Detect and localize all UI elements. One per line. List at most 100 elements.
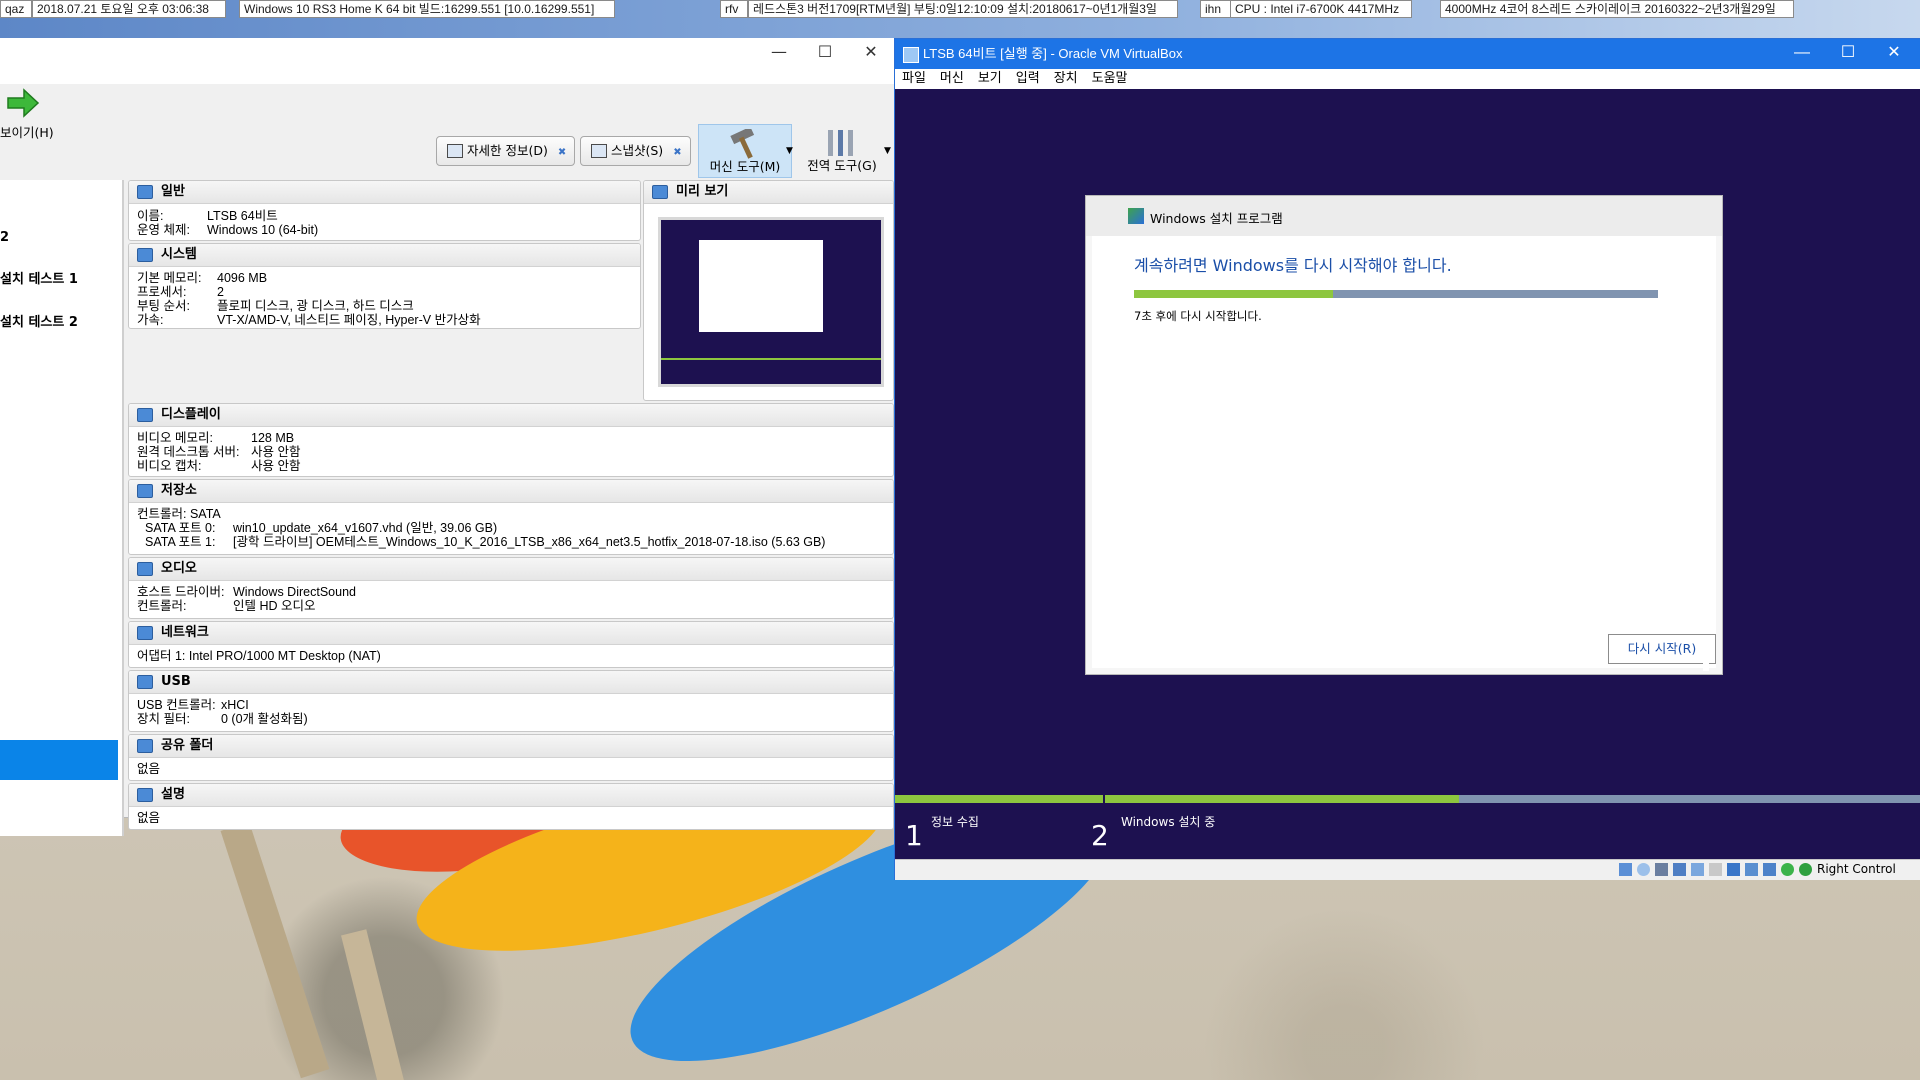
menu-input[interactable]: 입력 (1009, 69, 1047, 89)
audio-title: 오디오 (161, 561, 197, 576)
vm-titlebar: LTSB 64비트 [실행 중] - Oracle VM VirtualBox … (895, 39, 1920, 69)
vm-close-button[interactable]: ✕ (1871, 39, 1917, 69)
menu-help[interactable]: 도움말 (1085, 69, 1135, 89)
network-icon (137, 626, 153, 640)
restart-button[interactable]: 다시 시작(R) (1608, 634, 1716, 664)
audio-ctrl-key: 컨트롤러: (137, 599, 187, 613)
manager-titlebar: — ☐ ✕ (0, 38, 894, 84)
speech-bubble-icon (137, 788, 153, 802)
audio-header[interactable]: 오디오 (129, 558, 893, 581)
general-header[interactable]: 일반 (129, 181, 640, 204)
status-display-icon[interactable] (1727, 863, 1740, 876)
usb-filter-value: 0 (0개 활성화됨) (221, 712, 308, 726)
vm-maximize-button[interactable]: ☐ (1825, 39, 1871, 69)
show-label: 보이기(H) (0, 125, 54, 140)
global-tools-label: 전역 도구(G) (807, 158, 877, 173)
vm-list-item-selected[interactable] (0, 740, 118, 780)
vm-list-item[interactable]: 2 (0, 230, 9, 245)
status-vtx-icon[interactable] (1781, 863, 1794, 876)
os-value: Windows 10 (64-bit) (207, 223, 319, 237)
status-hdd-icon[interactable] (1619, 863, 1632, 876)
memory-key: 기본 메모리: (137, 271, 202, 285)
step-2-label: Windows 설치 중 (1121, 815, 1216, 829)
top-bar-boot-info: 레드스톤3 버전1709[RTM년월] 부팅:0일12:10:09 설치:201… (748, 0, 1178, 18)
close-small-icon[interactable]: ✖ (558, 147, 566, 158)
preview-header[interactable]: 미리 보기 (644, 181, 893, 204)
details-label: 자세한 정보(D) (467, 143, 548, 158)
vm-list-item[interactable]: 설치 테스트 1 (0, 268, 78, 287)
vm-list: 2 설치 테스트 1 설치 테스트 2 (0, 180, 124, 836)
manager-toolbar: 보이기(H) 자세한 정보(D) ✖ 스냅샷(S) ✖ 머신 도구(M) ▼ 전… (0, 84, 894, 180)
vm-display[interactable]: Windows 설치 프로그램 계속하려면 Windows를 다시 시작해야 합… (895, 89, 1920, 859)
details-button[interactable]: 자세한 정보(D) ✖ (436, 136, 576, 166)
shared-header[interactable]: 공유 폴더 (129, 735, 893, 758)
top-bar-tag: rfv (720, 0, 748, 18)
preview-title: 미리 보기 (676, 184, 729, 199)
network-title: 네트워크 (161, 625, 209, 640)
global-tools-button[interactable]: 전역 도구(G) (796, 124, 888, 176)
chevron-down-icon[interactable]: ▼ (884, 146, 891, 156)
monitor-icon (652, 185, 668, 199)
menu-machine[interactable]: 머신 (933, 69, 971, 89)
audio-section: 오디오 호스트 드라이버: Windows DirectSound 컨트롤러: 인텔… (128, 557, 894, 619)
minimize-button[interactable]: — (756, 38, 802, 68)
snapshots-button[interactable]: 스냅샷(S) ✖ (580, 136, 691, 166)
status-cd-icon[interactable] (1637, 863, 1650, 876)
top-bar-cpu-info: CPU : Intel i7-6700K 4417MHz (1230, 0, 1412, 18)
vm-menubar: 파일 머신 보기 입력 장치 도움말 (895, 69, 1920, 89)
usb-header[interactable]: USB (129, 671, 893, 694)
setup-progress-fill (1134, 290, 1334, 298)
steps-progress-track (895, 795, 1920, 803)
top-bar-tag: qaz (0, 0, 32, 18)
audio-host-value: Windows DirectSound (233, 585, 356, 599)
step-1-label: 정보 수집 (931, 815, 979, 829)
network-header[interactable]: 네트워크 (129, 622, 893, 645)
status-usb-icon[interactable] (1691, 863, 1704, 876)
display-title: 디스플레이 (161, 407, 221, 422)
status-audio-icon[interactable] (1655, 863, 1668, 876)
close-small-icon[interactable]: ✖ (673, 147, 681, 158)
storage-header[interactable]: 저장소 (129, 480, 893, 503)
show-button[interactable]: 보이기(H) (0, 88, 60, 140)
status-cpu-icon[interactable] (1763, 863, 1776, 876)
status-mouse-icon[interactable] (1799, 863, 1812, 876)
audio-host-key: 호스트 드라이버: (137, 585, 225, 599)
display-header[interactable]: 디스플레이 (129, 404, 893, 427)
top-bar-datetime: 2018.07.21 토요일 오후 03:06:38 (32, 0, 226, 18)
speaker-icon (137, 562, 153, 576)
status-network-icon[interactable] (1673, 863, 1686, 876)
vm-minimize-button[interactable]: — (1779, 39, 1825, 69)
shared-folders-section: 공유 폴더 없음 (128, 734, 894, 781)
top-status-bar: qaz 2018.07.21 토요일 오후 03:06:38 Windows 1… (0, 0, 1920, 18)
status-capture-icon[interactable] (1745, 863, 1758, 876)
disk-icon (137, 484, 153, 498)
port0-value: win10_update_x64_v1607.vhd (일반, 39.06 GB… (233, 521, 498, 535)
menu-file[interactable]: 파일 (895, 69, 933, 89)
usb-filter-key: 장치 필터: (137, 712, 190, 726)
usb-ctrl-value: xHCI (221, 698, 249, 712)
menu-view[interactable]: 보기 (971, 69, 1009, 89)
machine-tools-button[interactable]: 머신 도구(M) (698, 124, 792, 178)
step-divider (1103, 795, 1105, 805)
system-header[interactable]: 시스템 (129, 244, 640, 267)
menu-devices[interactable]: 장치 (1047, 69, 1085, 89)
windows-setup-dialog: Windows 설치 프로그램 계속하려면 Windows를 다시 시작해야 합… (1085, 195, 1723, 675)
close-button[interactable]: ✕ (848, 38, 894, 68)
boot-value: 플로피 디스크, 광 디스크, 하드 디스크 (217, 299, 414, 313)
vm-list-item[interactable]: 설치 테스트 2 (0, 311, 78, 330)
setup-body: 계속하려면 Windows를 다시 시작해야 합니다. 7초 후에 다시 시작합… (1092, 236, 1716, 668)
setup-countdown: 7초 후에 다시 시작합니다. (1134, 309, 1262, 323)
hammer-icon (730, 129, 755, 159)
accel-value: VT-X/AMD-V, 네스티드 페이징, Hyper-V 반가상화 (217, 313, 481, 327)
chevron-down-icon[interactable]: ▼ (786, 146, 793, 156)
storage-controller: 컨트롤러: SATA (137, 507, 221, 521)
port1-key: SATA 포트 1: (145, 535, 216, 549)
maximize-button[interactable]: ☐ (802, 38, 848, 68)
port1-value: [광학 드라이브] OEM테스트_Windows_10_K_2016_LTSB_… (233, 535, 826, 549)
vmem-key: 비디오 메모리: (137, 431, 213, 445)
description-header[interactable]: 설명 (129, 784, 893, 807)
status-shared-icon[interactable] (1709, 863, 1722, 876)
vm-window: LTSB 64비트 [실행 중] - Oracle VM VirtualBox … (894, 38, 1920, 880)
chip-icon (137, 248, 153, 262)
name-key: 이름: (137, 209, 164, 223)
